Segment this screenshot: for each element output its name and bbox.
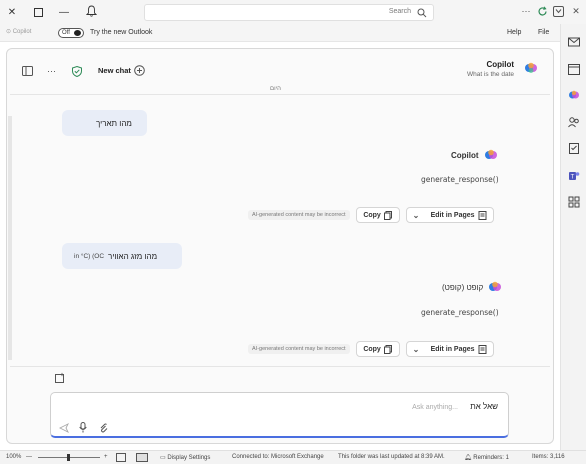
minimize-window-button[interactable]: — bbox=[56, 4, 72, 20]
calendar-icon[interactable] bbox=[568, 63, 580, 75]
copilot-title: Copilot bbox=[486, 60, 514, 69]
copilot-chip-label: Copilot bbox=[12, 29, 32, 35]
chat-scrollbar[interactable] bbox=[8, 116, 12, 360]
title-bar: ✕ — Search ⋯ ✕ bbox=[0, 0, 586, 24]
copilot-header: Copilot bbox=[474, 60, 514, 69]
reminders-label: Reminders: 1 bbox=[473, 455, 509, 461]
try-new-outlook-label: Try the new Outlook bbox=[90, 29, 153, 36]
copy-icon bbox=[383, 210, 392, 220]
chat-composer[interactable]: Ask anything... שאל את bbox=[50, 392, 509, 438]
maximize-icon bbox=[33, 7, 43, 17]
reminders-count[interactable]: 🔔︎ Reminders: 1 bbox=[464, 454, 509, 461]
more-options-icon[interactable]: ⋯ bbox=[520, 5, 532, 17]
app-rail: T bbox=[560, 24, 586, 450]
assistant-response-text: generate_response() bbox=[421, 308, 499, 317]
date-divider: היום bbox=[270, 86, 281, 92]
copilot-rail-icon[interactable] bbox=[568, 89, 580, 101]
assistant-name: קופט (קופט) bbox=[442, 282, 484, 292]
new-chat-icon bbox=[134, 65, 145, 76]
copilot-logo-icon bbox=[525, 62, 537, 73]
svg-text:T: T bbox=[571, 175, 575, 181]
normal-view-icon[interactable] bbox=[136, 453, 148, 462]
assistant-header: Copilot bbox=[451, 148, 498, 162]
toggle-knob bbox=[74, 30, 81, 36]
copilot-avatar-icon bbox=[489, 281, 502, 291]
user-message-suffix: in °C) (OC bbox=[74, 252, 105, 260]
copy-label: Copy bbox=[363, 345, 381, 353]
attach-icon[interactable] bbox=[99, 422, 108, 433]
copy-button[interactable]: Copy bbox=[355, 341, 400, 357]
copilot-avatar-icon bbox=[484, 149, 497, 159]
microphone-icon[interactable] bbox=[79, 422, 87, 433]
composer-divider bbox=[10, 366, 550, 367]
header-divider bbox=[10, 94, 550, 95]
user-message-text: מהו מזג האוויר bbox=[108, 251, 158, 261]
pages-icon bbox=[478, 210, 487, 220]
pages-icon bbox=[478, 344, 487, 354]
edit-in-pages-label: Edit in Pages bbox=[430, 345, 475, 353]
close-icon[interactable]: ✕ bbox=[570, 5, 582, 17]
copy-label: Copy bbox=[363, 211, 381, 219]
apps-icon[interactable] bbox=[568, 196, 580, 208]
people-icon[interactable] bbox=[568, 116, 580, 128]
new-chat-button[interactable]: New chat bbox=[98, 65, 145, 76]
folder-update-status: This folder was last updated at 8:39 AM. bbox=[338, 454, 445, 460]
composer-input-text[interactable]: שאל את bbox=[470, 402, 498, 411]
user-message-text: מהו תאריך bbox=[96, 118, 132, 128]
mail-icon[interactable] bbox=[568, 36, 580, 48]
assistant-header: קופט (קופט) bbox=[442, 280, 502, 294]
user-message-bubble: מהו תאריך bbox=[62, 110, 147, 136]
user-message-bubble: in °C) (OC מהו מזג האוויר bbox=[62, 243, 182, 269]
shield-icon bbox=[72, 66, 82, 77]
close-window-button[interactable]: ✕ bbox=[4, 4, 20, 20]
reading-view-icon[interactable] bbox=[116, 453, 126, 462]
search-placeholder: Search bbox=[388, 8, 411, 15]
outlook-logo-icon bbox=[552, 5, 564, 17]
search-box[interactable]: Search bbox=[144, 4, 434, 21]
copilot-subtitle: What is the date bbox=[467, 71, 514, 78]
items-count: Items: 3,116 bbox=[532, 454, 565, 460]
zoom-in-icon[interactable]: + bbox=[104, 454, 108, 460]
search-icon[interactable] bbox=[417, 8, 427, 18]
more-icon[interactable]: ⋯ bbox=[47, 66, 56, 77]
new-chat-label: New chat bbox=[98, 66, 131, 75]
prompt-gallery-icon[interactable] bbox=[55, 372, 66, 383]
menu-file[interactable]: File bbox=[538, 29, 549, 36]
copilot-chip[interactable]: ⊙ Copilot bbox=[6, 28, 31, 35]
toggle-label: Off bbox=[62, 30, 70, 36]
send-icon[interactable] bbox=[59, 423, 69, 433]
response-actions: AI-generated content may be incorrect Co… bbox=[248, 207, 494, 223]
expand-panel-icon[interactable] bbox=[22, 66, 33, 76]
edit-in-pages-button[interactable]: ⌄ Edit in Pages bbox=[405, 341, 494, 357]
copy-button[interactable]: Copy bbox=[355, 207, 400, 223]
zoom-out-icon[interactable]: — bbox=[26, 454, 32, 460]
new-outlook-toggle[interactable]: Off bbox=[58, 28, 84, 38]
ai-disclaimer: AI-generated content may be incorrect bbox=[248, 344, 350, 354]
display-settings-label: Display Settings bbox=[167, 455, 211, 461]
bell-icon[interactable] bbox=[85, 5, 98, 19]
teams-icon[interactable]: T bbox=[568, 170, 580, 182]
sync-icon[interactable] bbox=[536, 5, 548, 17]
assistant-response-text: generate_response() bbox=[421, 175, 499, 184]
assistant-name: Copilot bbox=[451, 150, 479, 160]
edit-in-pages-label: Edit in Pages bbox=[430, 211, 475, 219]
menu-bar: ⊙ Copilot Off Try the new Outlook Help F… bbox=[0, 24, 560, 42]
zoom-level: 100% bbox=[6, 454, 22, 460]
connection-status: Connected to: Microsoft Exchange bbox=[232, 454, 324, 460]
zoom-slider-thumb[interactable] bbox=[67, 454, 70, 461]
maximize-window-button[interactable] bbox=[30, 4, 46, 20]
menu-help[interactable]: Help bbox=[507, 29, 521, 36]
chevron-down-icon[interactable]: ⌄ bbox=[413, 345, 420, 354]
display-settings-button[interactable]: ▭ Display Settings bbox=[160, 454, 210, 461]
status-bar: 100% — + ▭ Display Settings Connected to… bbox=[0, 450, 586, 464]
tasks-icon[interactable] bbox=[568, 142, 580, 154]
copy-icon bbox=[383, 344, 392, 354]
composer-placeholder: Ask anything... bbox=[412, 404, 458, 411]
ai-disclaimer: AI-generated content may be incorrect bbox=[248, 210, 350, 220]
chevron-down-icon[interactable]: ⌄ bbox=[413, 211, 420, 220]
edit-in-pages-button[interactable]: ⌄ Edit in Pages bbox=[405, 207, 494, 223]
response-actions: AI-generated content may be incorrect Co… bbox=[248, 341, 494, 357]
